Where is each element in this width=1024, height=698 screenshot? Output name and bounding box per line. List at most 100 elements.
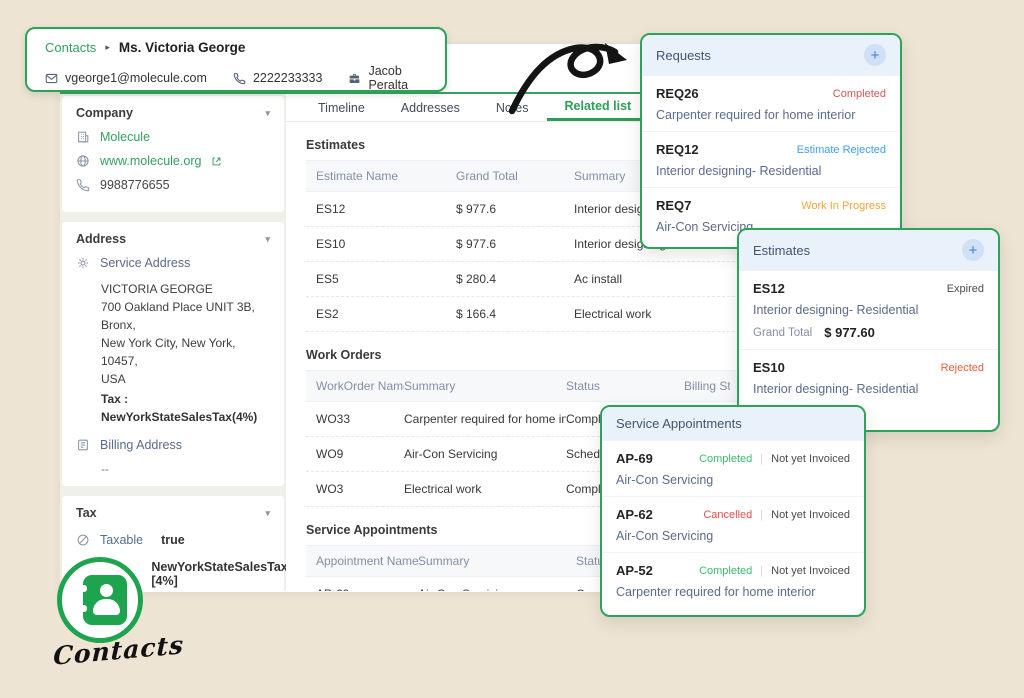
- tab-timeline[interactable]: Timeline: [300, 94, 383, 121]
- work-orders-header-row: WorkOrder Name Summary Status Billing St…: [306, 370, 740, 402]
- breadcrumb-contacts-link[interactable]: Contacts: [45, 40, 96, 55]
- table-cell: Electrical work: [574, 307, 730, 321]
- estimate-item[interactable]: ES12 Expired Interior designing- Residen…: [739, 270, 998, 349]
- address-line: New York City, New York, 10457,: [101, 334, 270, 370]
- status-badge: Completed: [699, 565, 752, 577]
- chevron-down-icon[interactable]: ▾: [265, 508, 270, 519]
- sidebar: Company ▾ Molecule www.molecule.org: [60, 94, 286, 591]
- chevron-down-icon[interactable]: ▾: [265, 234, 270, 245]
- company-phone-row[interactable]: 9988776655: [76, 178, 270, 192]
- requests-card-title: Requests: [656, 48, 711, 63]
- envelope-icon: [45, 72, 58, 85]
- tab-addresses[interactable]: Addresses: [383, 94, 478, 121]
- external-link-icon: [211, 156, 222, 167]
- contact-owner[interactable]: Jacob Peralta: [348, 64, 427, 92]
- contact-owner-value: Jacob Peralta: [368, 64, 427, 92]
- estimate-summary: Interior designing- Residential: [753, 382, 984, 396]
- service-address-value: VICTORIA GEORGE 700 Oakland Place UNIT 3…: [101, 280, 270, 426]
- table-cell: $ 280.4: [456, 272, 574, 286]
- address-section-title: Address: [76, 232, 126, 246]
- table-cell: Ac install: [574, 272, 730, 286]
- tax-name-value: NewYorkStateSalesTax [4%]: [151, 560, 286, 588]
- add-request-button[interactable]: +: [864, 44, 886, 66]
- appointment-id: AP-69: [616, 451, 653, 466]
- breadcrumb: Contacts ▸ Ms. Victoria George: [45, 40, 427, 55]
- service-appointments-card: Service Appointments AP-69 Completed | N…: [600, 405, 866, 617]
- request-summary: Carpenter required for home interior: [656, 108, 886, 122]
- request-item[interactable]: REQ26 Completed Carpenter required for h…: [642, 75, 900, 131]
- hand-drawn-arrow: [498, 33, 638, 118]
- company-website-row[interactable]: www.molecule.org: [76, 154, 270, 168]
- appointment-item[interactable]: AP-62 Cancelled | Not yet Invoiced Air-C…: [602, 496, 864, 552]
- contact-phone[interactable]: 2222233333: [233, 71, 323, 85]
- request-id: REQ26: [656, 86, 699, 101]
- table-cell: AP-69: [316, 587, 418, 591]
- grand-total-label: Grand Total: [753, 327, 812, 339]
- tax-section-title: Tax: [76, 506, 97, 520]
- request-summary: Interior designing- Residential: [656, 164, 886, 178]
- building-icon: [76, 130, 90, 144]
- column-header: Summary: [404, 379, 566, 393]
- contacts-logo: [57, 557, 143, 643]
- service-address-label: Service Address: [100, 256, 190, 270]
- page: Company ▾ Molecule www.molecule.org: [0, 0, 1024, 698]
- billing-address-label: Billing Address: [100, 438, 182, 452]
- estimate-item[interactable]: ES10 Rejected Interior designing- Reside…: [739, 349, 998, 405]
- column-header: Estimate Name: [316, 169, 456, 183]
- company-name-row[interactable]: Molecule: [76, 130, 270, 144]
- appointment-id: AP-62: [616, 507, 653, 522]
- table-cell: WO33: [316, 412, 404, 426]
- contact-email[interactable]: vgeorge1@molecule.com: [45, 71, 207, 85]
- add-estimate-button[interactable]: +: [962, 239, 984, 261]
- company-section: Company ▾ Molecule www.molecule.org: [62, 96, 284, 212]
- request-id: REQ12: [656, 142, 699, 157]
- service-appointments-card-title: Service Appointments: [616, 416, 742, 431]
- billing-address-icon: [76, 438, 90, 452]
- table-cell: $ 166.4: [456, 307, 574, 321]
- table-cell: Air-Con Servicing: [418, 587, 576, 591]
- address-section: Address ▾ Service Address VICTORIA GEORG…: [62, 222, 284, 486]
- table-cell: WO3: [316, 482, 404, 496]
- contacts-logo-label: Contacts: [53, 630, 185, 671]
- chevron-down-icon[interactable]: ▾: [265, 108, 270, 119]
- billing-status: Not yet Invoiced: [771, 453, 850, 465]
- table-row[interactable]: ES2 $ 166.4 Electrical work: [306, 297, 740, 332]
- table-row[interactable]: ES5 $ 280.4 Ac install: [306, 262, 740, 297]
- estimate-id: ES12: [753, 281, 785, 296]
- status-badge: Completed: [833, 88, 886, 100]
- table-cell: ES5: [316, 272, 456, 286]
- company-website-link: www.molecule.org: [100, 154, 201, 168]
- company-section-title: Company: [76, 106, 133, 120]
- column-header: Billing Status: [684, 379, 730, 393]
- work-orders-title: Work Orders: [306, 348, 740, 362]
- address-book-icon: [83, 575, 127, 625]
- appointment-summary: Air-Con Servicing: [616, 529, 850, 543]
- table-cell: $ 977.6: [456, 202, 574, 216]
- contact-email-value: vgeorge1@molecule.com: [65, 71, 207, 85]
- globe-icon: [76, 154, 90, 168]
- taxable-row: Taxable true: [76, 533, 270, 547]
- contact-header-callout: Contacts ▸ Ms. Victoria George vgeorge1@…: [25, 27, 447, 92]
- service-address-label-row: Service Address: [76, 256, 270, 270]
- appointment-summary: Carpenter required for home interior: [616, 585, 850, 599]
- column-header: Status: [566, 379, 684, 393]
- billing-address-label-row: Billing Address: [76, 438, 270, 452]
- address-line: 700 Oakland Place UNIT 3B, Bronx,: [101, 298, 270, 334]
- status-badge: Rejected: [941, 362, 984, 374]
- breadcrumb-arrow-icon: ▸: [105, 42, 110, 53]
- company-name-link: Molecule: [100, 130, 150, 144]
- divider: |: [760, 565, 763, 577]
- table-cell: Carpenter required for home in...: [404, 412, 566, 426]
- column-header: Grand Total: [456, 169, 574, 183]
- appointment-item[interactable]: AP-52 Completed | Not yet Invoiced Carpe…: [602, 552, 864, 608]
- circle-slash-icon: [76, 533, 90, 547]
- appointment-id: AP-52: [616, 563, 653, 578]
- divider: |: [760, 453, 763, 465]
- phone-icon: [233, 72, 246, 85]
- divider: |: [760, 509, 763, 521]
- appointment-item[interactable]: AP-69 Completed | Not yet Invoiced Air-C…: [602, 440, 864, 496]
- request-item[interactable]: REQ12 Estimate Rejected Interior designi…: [642, 131, 900, 187]
- status-badge: Expired: [947, 283, 984, 295]
- table-cell: ES2: [316, 307, 456, 321]
- company-phone-value: 9988776655: [100, 178, 170, 192]
